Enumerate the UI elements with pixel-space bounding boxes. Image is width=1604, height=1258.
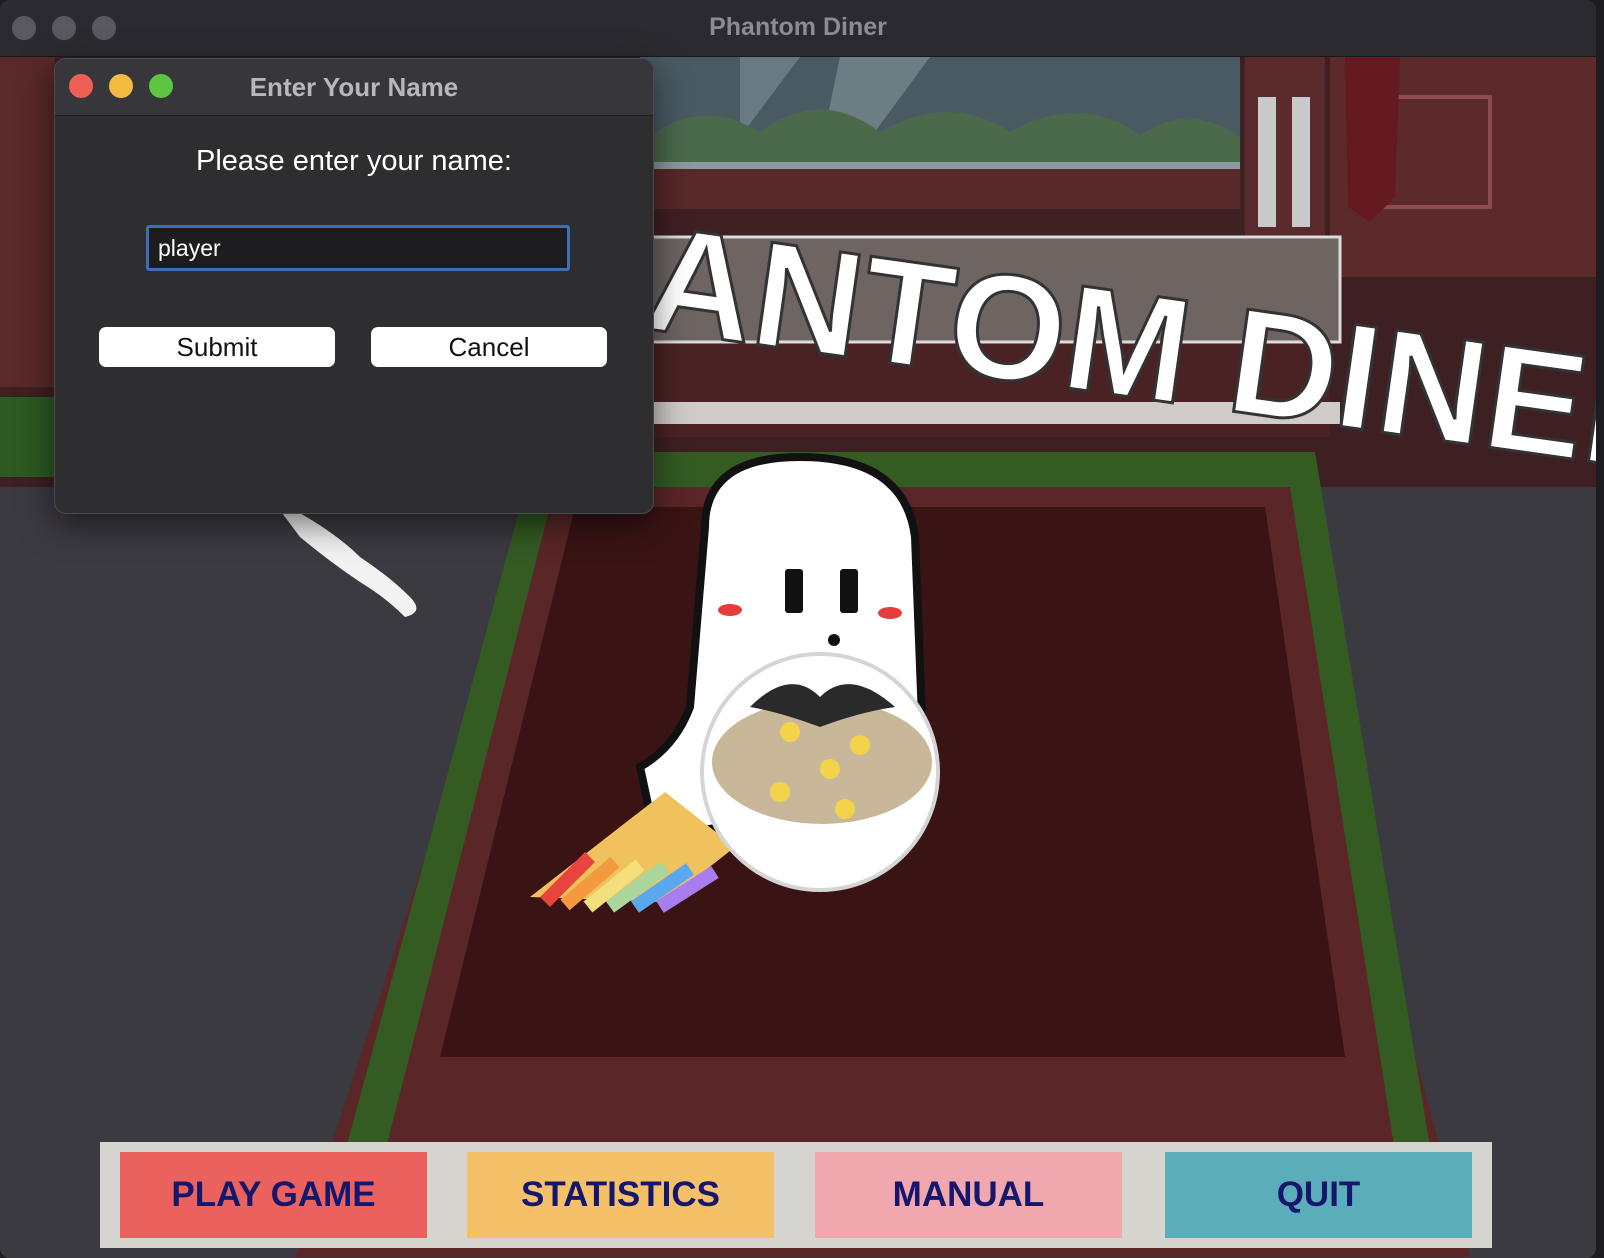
curtain — [1345, 57, 1400, 222]
dialog-titlebar[interactable]: Enter Your Name — [55, 59, 653, 116]
cancel-button[interactable]: Cancel — [371, 327, 607, 367]
app-window: Phantom Diner PHANTOM DINER PLAY GAME ST… — [0, 0, 1596, 1258]
door-frame — [1245, 57, 1325, 237]
left-cabinet — [0, 57, 55, 387]
play-game-button[interactable]: PLAY GAME — [120, 1152, 427, 1238]
statistics-button[interactable]: STATISTICS — [467, 1152, 774, 1238]
window-titlebar[interactable]: Phantom Diner — [0, 0, 1596, 57]
manual-button[interactable]: MANUAL — [815, 1152, 1122, 1238]
submit-button[interactable]: Submit — [99, 327, 335, 367]
window-title: Phantom Diner — [709, 13, 887, 41]
main-menu-bar: PLAY GAME STATISTICS MANUAL QUIT — [100, 1142, 1492, 1248]
name-prompt: Please enter your name: — [196, 145, 512, 177]
logo-wisp — [270, 497, 417, 617]
quit-button[interactable]: QUIT — [1165, 1152, 1472, 1238]
name-input[interactable] — [146, 225, 570, 271]
dialog-title: Enter Your Name — [249, 72, 459, 102]
name-entry-dialog: Enter Your Name Please enter your name: … — [54, 58, 654, 514]
